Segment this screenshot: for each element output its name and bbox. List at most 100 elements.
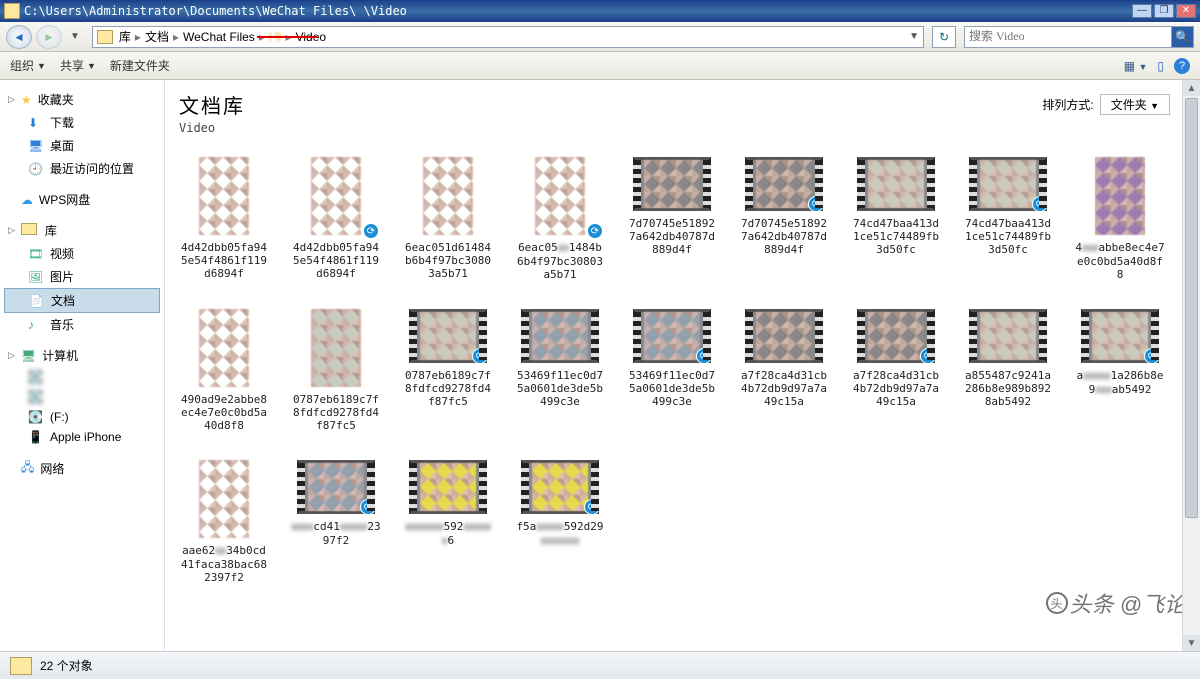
sidebar-item[interactable]: 🖼图片 — [4, 265, 160, 288]
breadcrumb-segment[interactable]: 文档 — [145, 30, 169, 44]
file-item[interactable]: ⟳ xxxxcd41xxxxx2397f2 — [291, 460, 381, 584]
file-item[interactable]: a7f28ca4d31cb4b72db9d97a7a49c15a — [739, 309, 829, 432]
navigation-pane: ▷★收藏夹 ⬇下载🖥桌面🕘最近访问的位置 ▷☁WPS网盘 ▷库 🎞视频🖼图片📄文… — [0, 80, 165, 651]
file-item[interactable]: ⟳6eac05xx1484b6b4f97bc30803a5b71 — [515, 157, 605, 281]
file-item[interactable]: ⟳ 7d70745e518927a642db40787d889d4f — [739, 157, 829, 281]
search-icon[interactable]: 🔍 — [1171, 27, 1193, 47]
history-dropdown[interactable]: ▼ — [66, 31, 84, 42]
sidebar-item[interactable]: 📄文档 — [4, 288, 160, 313]
file-name: 4d42dbb05fa945e54f4861f119d6894f — [291, 241, 381, 280]
file-name: xxxxcd41xxxxx2397f2 — [291, 520, 381, 547]
file-item[interactable]: 490ad9e2abbe8ec4e7e0c0bd5a40d8f8 — [179, 309, 269, 432]
back-button[interactable]: ◄ — [6, 25, 32, 49]
search-input[interactable] — [969, 29, 1189, 44]
file-item[interactable]: 4xxxabbe8ec4e7e0c0bd5a40d8f8 — [1075, 157, 1165, 281]
minimize-button[interactable]: — — [1132, 4, 1152, 18]
forward-button[interactable]: ► — [36, 25, 62, 49]
file-item[interactable]: 0787eb6189c7f8fdfcd9278fd4f87fc5 — [291, 309, 381, 432]
maximize-button[interactable]: ❐ — [1154, 4, 1174, 18]
file-item[interactable]: a855487c9241a286b8e989b8928ab5492 — [963, 309, 1053, 432]
sync-icon: ⟳ — [1144, 348, 1160, 364]
address-bar[interactable]: 库▸文档▸WeChat Files▸l 9▸Video ▼ — [92, 26, 924, 48]
refresh-button[interactable]: ↻ — [932, 26, 956, 48]
file-item[interactable]: 6eac051d61484b6b4f97bc30803a5b71 — [403, 157, 493, 281]
sidebar-item[interactable]: 🖥桌面 — [4, 134, 160, 157]
file-name: 53469f11ec0d75a0601de3de5b499c3e — [515, 369, 605, 408]
file-name: 4xxxabbe8ec4e7e0c0bd5a40d8f8 — [1075, 241, 1165, 281]
folder-icon — [4, 3, 20, 19]
file-name: 6eac051d61484b6b4f97bc30803a5b71 — [403, 241, 493, 280]
sidebar-library[interactable]: ▷库 — [4, 219, 160, 242]
file-item[interactable]: ⟳ 74cd47baa413d1ce51c74489fb3d50fc — [963, 157, 1053, 281]
preview-pane-button[interactable]: ▯ — [1157, 59, 1164, 73]
folder-icon — [10, 657, 32, 675]
breadcrumb-segment[interactable]: WeChat Files — [183, 30, 255, 44]
sync-icon: ⟳ — [584, 499, 600, 515]
file-item[interactable]: ⟳ axxxxx1a286b8e9xxxab5492 — [1075, 309, 1165, 432]
folder-icon — [97, 30, 113, 44]
file-name: 7d70745e518927a642db40787d889d4f — [739, 217, 829, 256]
sidebar-item[interactable]: 🎞视频 — [4, 242, 160, 265]
file-item[interactable]: aae62xx34b0cd41faca38bac682397f2 — [179, 460, 269, 584]
sidebar-item[interactable]: 💽 — [4, 367, 160, 387]
vertical-scrollbar[interactable]: ▲ ▼ — [1182, 80, 1200, 651]
sidebar-item[interactable]: ⬇下载 — [4, 111, 160, 134]
sidebar-wps[interactable]: ▷☁WPS网盘 — [4, 188, 160, 211]
file-name: axxxxx1a286b8e9xxxab5492 — [1075, 369, 1165, 397]
sync-icon: ⟳ — [1032, 196, 1048, 212]
file-item[interactable]: 7d70745e518927a642db40787d889d4f — [627, 157, 717, 281]
file-name: 490ad9e2abbe8ec4e7e0c0bd5a40d8f8 — [179, 393, 269, 432]
library-title: 文档库 — [179, 90, 1188, 119]
sidebar-item[interactable]: 💽(F:) — [4, 407, 160, 427]
view-mode-button[interactable]: ▦ ▼ — [1124, 59, 1148, 73]
breadcrumb-segment[interactable]: 库 — [119, 30, 131, 44]
address-dropdown[interactable]: ▼ — [909, 31, 919, 42]
file-item[interactable]: 74cd47baa413d1ce51c74489fb3d50fc — [851, 157, 941, 281]
file-name: 74cd47baa413d1ce51c74489fb3d50fc — [963, 217, 1053, 256]
window-title-path: C:\Users\Administrator\Documents\WeChat … — [24, 4, 1130, 18]
file-name: 0787eb6189c7f8fdfcd9278fd4f87fc5 — [403, 369, 493, 408]
file-name: aae62xx34b0cd41faca38bac682397f2 — [179, 544, 269, 584]
file-item[interactable]: 53469f11ec0d75a0601de3de5b499c3e — [515, 309, 605, 432]
sidebar-item[interactable]: 💽 — [4, 387, 160, 407]
close-button[interactable]: ✕ — [1176, 4, 1196, 18]
organize-menu[interactable]: 组织 ▼ — [10, 57, 46, 74]
sidebar-favorites[interactable]: ▷★收藏夹 — [4, 88, 160, 111]
sync-icon: ⟳ — [472, 348, 488, 364]
sync-icon: ⟳ — [360, 499, 376, 515]
command-toolbar: 组织 ▼ 共享 ▼ 新建文件夹 ▦ ▼ ▯ ? — [0, 52, 1200, 80]
file-item[interactable]: 4d42dbb05fa945e54f4861f119d6894f — [179, 157, 269, 281]
status-count: 22 个对象 — [40, 657, 93, 674]
sidebar-item[interactable]: 📱Apple iPhone — [4, 427, 160, 447]
file-item[interactable]: ⟳ 0787eb6189c7f8fdfcd9278fd4f87fc5 — [403, 309, 493, 432]
sync-icon: ⟳ — [920, 348, 936, 364]
file-name: 6eac05xx1484b6b4f97bc30803a5b71 — [515, 241, 605, 281]
scroll-down[interactable]: ▼ — [1183, 635, 1200, 651]
file-grid: 4d42dbb05fa945e54f4861f119d6894f ⟳ 4d42dbb… — [179, 157, 1188, 584]
arrange-by[interactable]: 排列方式: 文件夹 ▼ — [1042, 94, 1170, 115]
file-item[interactable]: ⟳ 4d42dbb05fa945e54f4861f119d6894f — [291, 157, 381, 281]
file-name: 53469f11ec0d75a0601de3de5b499c3e — [627, 369, 717, 408]
file-item[interactable]: ⟳a7f28ca4d31cb4b72db9d97a7a49c15a — [851, 309, 941, 432]
file-item[interactable]: xxxxxxx592xxxxxx6 — [403, 460, 493, 584]
help-button[interactable]: ? — [1174, 58, 1190, 74]
status-bar: 22 个对象 — [0, 651, 1200, 679]
scroll-thumb[interactable] — [1185, 98, 1198, 518]
new-folder-button[interactable]: 新建文件夹 — [110, 57, 170, 74]
file-name: f5axxxxx592d29xxxxxxx — [515, 520, 605, 548]
sidebar-network[interactable]: ▷🖧网络 — [4, 455, 160, 482]
scroll-up[interactable]: ▲ — [1183, 80, 1200, 96]
file-name: 4d42dbb05fa945e54f4861f119d6894f — [179, 241, 269, 280]
file-name: xxxxxxx592xxxxxx6 — [403, 520, 493, 548]
library-subtitle: Video — [179, 121, 1188, 135]
sync-icon: ⟳ — [808, 196, 824, 212]
file-item[interactable]: ⟳53469f11ec0d75a0601de3de5b499c3e — [627, 309, 717, 432]
sidebar-computer[interactable]: ▷🖥计算机 — [4, 344, 160, 367]
sync-icon: ⟳ — [363, 223, 379, 239]
file-item[interactable]: ⟳ f5axxxxx592d29xxxxxxx — [515, 460, 605, 584]
search-box[interactable]: 🔍 — [964, 26, 1194, 48]
share-menu[interactable]: 共享 ▼ — [60, 57, 96, 74]
watermark: 头头条 @飞论 — [1046, 587, 1186, 619]
sidebar-item[interactable]: ♪音乐 — [4, 313, 160, 336]
sidebar-item[interactable]: 🕘最近访问的位置 — [4, 157, 160, 180]
